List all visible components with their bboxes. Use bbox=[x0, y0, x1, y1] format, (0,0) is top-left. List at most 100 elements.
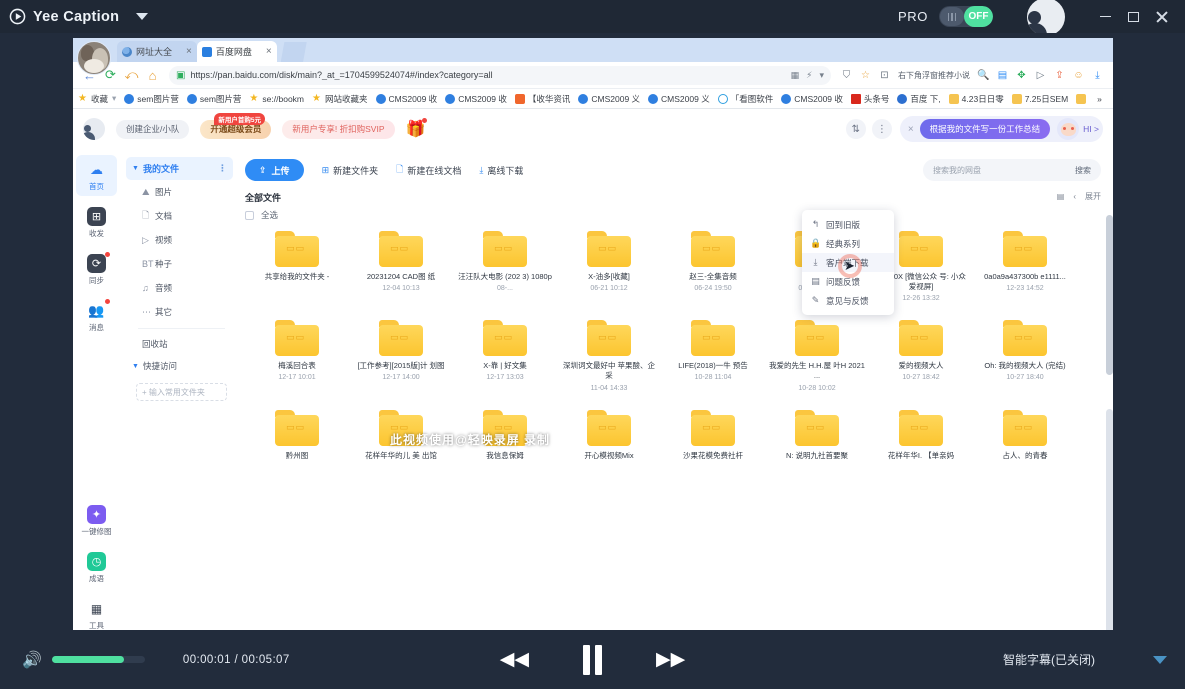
bookmark-item[interactable]: CMS2009 义 bbox=[578, 93, 640, 105]
file-item[interactable]: ▭▭ 0a0a9a437300b e1111... 12-23 14:52 bbox=[973, 231, 1077, 302]
tree-item-documents[interactable]: 🗋 文档 bbox=[126, 204, 233, 228]
bookmark-item[interactable]: sem图片营 bbox=[186, 93, 241, 105]
bookmark-item[interactable]: 4.23日日零 bbox=[948, 93, 1004, 105]
file-item[interactable]: ▭▭ 我爱的先生 H.H.屋 叶H 2021 ... 10-28 10:02 bbox=[765, 320, 869, 392]
file-item[interactable]: ▭▭ 花样年华I. 【单亲妈 bbox=[869, 409, 973, 464]
close-icon[interactable]: × bbox=[266, 46, 272, 57]
rail-item-one-click-edit[interactable]: ✦ 一键修图 bbox=[76, 500, 117, 541]
menu-item-suggestion[interactable]: ✎ 意见与反馈 bbox=[802, 291, 894, 310]
bookmark-item[interactable]: ★ 网站收藏夹 bbox=[312, 93, 368, 105]
menu-item-back-to-old[interactable]: ↰ 回到旧版 bbox=[802, 215, 894, 234]
file-item[interactable]: ▭▭ 共享给我的文件夹 - bbox=[245, 231, 349, 302]
file-item[interactable]: ▭▭ LIFE(2018)一牛 预告 10-28 11:04 bbox=[661, 320, 765, 391]
file-item[interactable]: ▭▭ 开心模视频Mix bbox=[557, 409, 661, 464]
translate-icon[interactable]: ⛉ bbox=[837, 65, 856, 86]
ai-prompt-chip[interactable]: 根据我的文件写一份工作总结 bbox=[919, 119, 1051, 139]
rail-item-tools[interactable]: ▦ 工具 bbox=[76, 594, 117, 631]
bookmark-item[interactable]: ★ se://bookm bbox=[249, 93, 304, 104]
ai-avatar-icon[interactable] bbox=[1057, 118, 1080, 140]
fast-forward-button[interactable]: ▶▶ bbox=[656, 648, 685, 671]
gift-icon[interactable]: 🎁 bbox=[406, 118, 428, 139]
tree-item-videos[interactable]: ▷ 视频 bbox=[126, 228, 233, 252]
pro-toggle[interactable]: OFF bbox=[939, 6, 993, 27]
bookmark-item[interactable]: CMS2009 收 bbox=[781, 93, 843, 105]
browser-tab-1[interactable]: 百度网盘 × bbox=[196, 41, 277, 62]
toolbar-promo-text[interactable]: 右下角浮窗推荐小说 bbox=[898, 70, 970, 81]
search-button[interactable]: 搜索 bbox=[1075, 165, 1091, 176]
offline-download-button[interactable]: ⤓ 离线下载 bbox=[479, 164, 523, 177]
tree-item-torrents[interactable]: BT 种子 bbox=[126, 252, 233, 276]
lightning-icon[interactable]: ⚡ bbox=[806, 70, 812, 81]
address-bar[interactable]: ▣ https://pan.baidu.com/disk/main?_at_=1… bbox=[169, 65, 831, 85]
rail-item-sync[interactable]: ⟳ 同步 bbox=[76, 249, 117, 290]
tree-item-audio[interactable]: ♫ 音频 bbox=[126, 276, 233, 300]
svip-promo-button[interactable]: 新用户专享! 折扣购SVIP bbox=[282, 119, 395, 139]
rail-item-inbox[interactable]: ⊞ 收发 bbox=[76, 202, 117, 243]
list-view-icon[interactable]: ▤ bbox=[1057, 192, 1065, 201]
file-item[interactable]: ▭▭ 赵三-全集音频 06-24 19:50 bbox=[661, 231, 765, 302]
screenshot-icon[interactable]: ▤ bbox=[993, 65, 1012, 86]
maximize-button[interactable] bbox=[1119, 4, 1147, 30]
scrollbar-thumb[interactable] bbox=[1106, 215, 1113, 375]
rewind-button[interactable]: ◀◀ bbox=[500, 648, 529, 671]
menu-item-feedback[interactable]: ▤ 问题反馈 bbox=[802, 272, 894, 291]
video-icon[interactable]: ▷ bbox=[1031, 65, 1050, 86]
grid-icon[interactable]: ▦ bbox=[791, 70, 800, 81]
breadcrumb[interactable]: 全部文件 bbox=[245, 185, 1101, 209]
file-item[interactable]: ▭▭ 汪汪队大电影 (202 3) 1080p 08-... bbox=[453, 231, 557, 302]
star-icon[interactable]: ☆ bbox=[856, 65, 875, 86]
share-icon[interactable]: ⇪ bbox=[1050, 65, 1069, 86]
close-icon[interactable]: × bbox=[186, 46, 192, 57]
bookmark-item[interactable]: 百度 下, bbox=[897, 93, 941, 105]
upload-button[interactable]: ⇪ 上传 bbox=[245, 159, 304, 181]
vip-button[interactable]: 新用户首购5元 开通超级会员 bbox=[200, 112, 272, 139]
file-item[interactable]: ▭▭ 占人、的青春 bbox=[973, 409, 1077, 464]
bookmark-item[interactable]: sem图片营 bbox=[124, 93, 179, 105]
rail-item-message[interactable]: 👥 消息 bbox=[76, 296, 117, 337]
tree-item-recycle-bin[interactable]: 回收站 bbox=[126, 333, 233, 355]
avatar[interactable] bbox=[1027, 0, 1065, 36]
pause-button[interactable] bbox=[583, 644, 602, 675]
more-vertical-icon[interactable]: ⋮ bbox=[218, 163, 227, 174]
file-item[interactable]: ▭▭ Oh: 我的视频大人 (完结) 10-27 18:40 bbox=[973, 320, 1077, 391]
expand-label[interactable]: 展开 bbox=[1085, 191, 1101, 202]
sort-icon[interactable]: ⇅ bbox=[845, 119, 866, 139]
extension-icon[interactable]: ✥ bbox=[1012, 65, 1031, 86]
tree-item-images[interactable]: ⛰ 图片 bbox=[126, 180, 233, 204]
bookmark-item[interactable]: CMS2009 义 bbox=[648, 93, 710, 105]
close-icon[interactable]: × bbox=[908, 124, 914, 135]
smile-icon[interactable]: ☺ bbox=[1069, 65, 1088, 86]
file-item[interactable]: ▭▭ 爱的视频大人 10-27 18:42 bbox=[869, 320, 973, 391]
bookmark-item[interactable]: 头条号 bbox=[850, 93, 889, 105]
rail-item-idiom[interactable]: ◷ 成语 bbox=[76, 547, 117, 588]
minimize-button[interactable] bbox=[1091, 4, 1119, 30]
browser-tab-0[interactable]: 网址大全 × bbox=[117, 41, 197, 62]
profile-avatar-icon[interactable] bbox=[77, 41, 111, 75]
scrollbar-track[interactable] bbox=[1106, 409, 1113, 630]
chevron-down-icon[interactable]: ▾ bbox=[819, 70, 824, 81]
quick-access-input[interactable]: + 输入常用文件夹 bbox=[136, 383, 227, 401]
file-item[interactable]: ▭▭ X-靠 | 好文集 12-17 13:03 bbox=[453, 320, 557, 391]
tree-root-my-files[interactable]: ▼ 我的文件 ⋮ bbox=[126, 157, 233, 180]
bookmark-item[interactable]: CMS2009 收 bbox=[375, 93, 437, 105]
bookmarks-overflow-button[interactable]: » bbox=[1097, 94, 1102, 104]
new-tab-button[interactable] bbox=[280, 42, 307, 62]
close-button[interactable] bbox=[1147, 4, 1175, 30]
bookmark-item[interactable]: 【收华资讯 bbox=[514, 93, 570, 105]
ai-greeting[interactable]: HI > bbox=[1083, 124, 1099, 134]
new-online-doc-button[interactable]: 🗋 新建在线文档 bbox=[396, 162, 461, 178]
bookmark-item[interactable]: ★ 收藏 ▾ bbox=[78, 93, 116, 105]
new-folder-button[interactable]: ⊞ 新建文件夹 bbox=[322, 164, 379, 177]
file-item[interactable]: ▭▭ [工作参考][2015版]计 划图 12-17 14:00 bbox=[349, 320, 453, 391]
bookmark-item[interactable]: 「看图软件 bbox=[717, 93, 773, 105]
bookmark-item[interactable]: CMS2009 收 bbox=[445, 93, 507, 105]
create-team-button[interactable]: 创建企业/小队 bbox=[116, 119, 190, 139]
user-avatar[interactable] bbox=[83, 118, 105, 140]
file-item[interactable]: ▭▭ 黔州图 bbox=[245, 409, 349, 464]
file-item[interactable]: ▭▭ 20231204 CAD图 纸 12-04 10:13 bbox=[349, 231, 453, 302]
chevron-left-icon[interactable]: ‹ bbox=[1073, 192, 1076, 201]
bookmark-item[interactable] bbox=[1076, 93, 1089, 104]
more-vertical-icon[interactable]: ⋮ bbox=[871, 119, 892, 139]
forward-history-icon[interactable]: ⤺ bbox=[121, 65, 142, 86]
select-all-checkbox[interactable] bbox=[245, 210, 254, 220]
